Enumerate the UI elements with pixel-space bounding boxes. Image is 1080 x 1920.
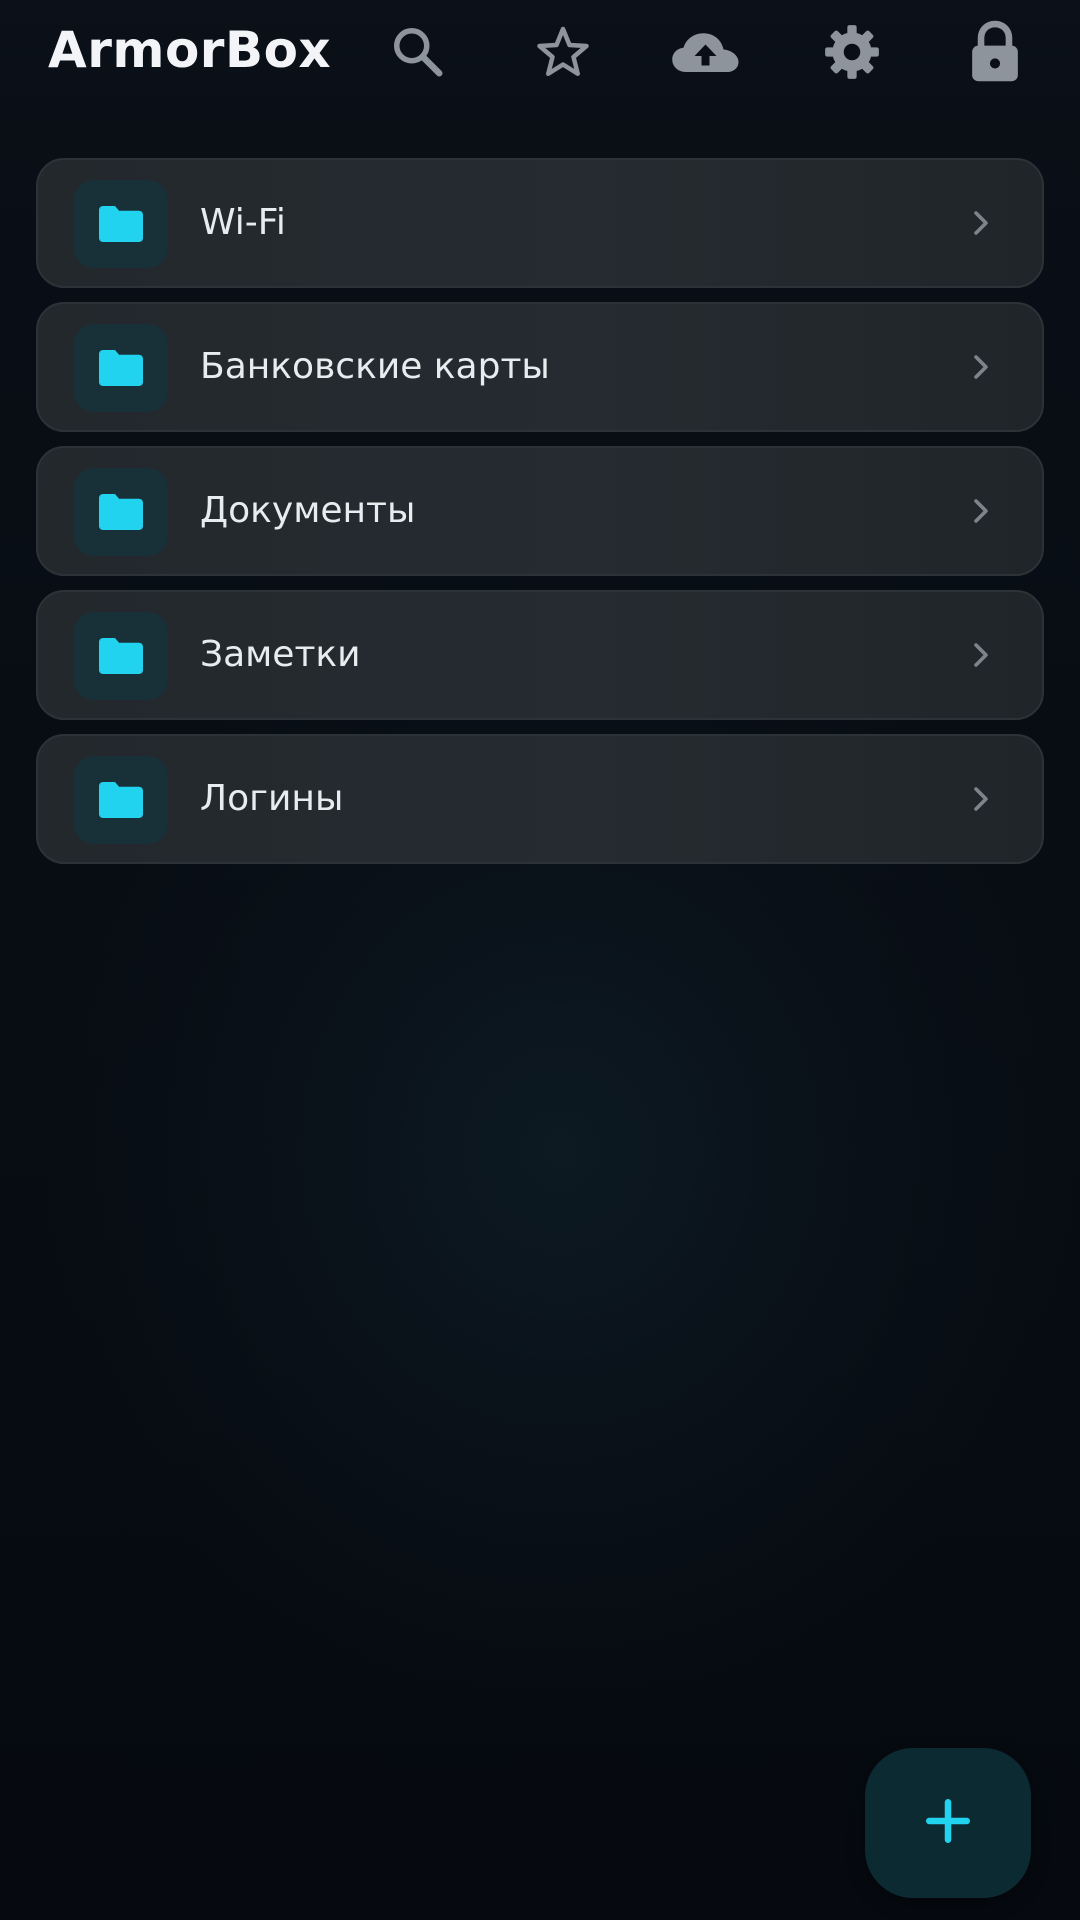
chevron-right-icon [964,494,998,528]
settings-gear-icon [821,21,883,83]
star-icon [533,22,593,82]
folder-item-wifi[interactable]: Wi-Fi [36,158,1044,288]
lock-icon [966,19,1024,85]
folder-icon [74,612,168,700]
folder-item-bank-cards[interactable]: Банковские карты [36,302,1044,432]
search-button[interactable] [380,14,456,90]
folder-label: Банковские карты [200,346,550,387]
chevron-right-icon [964,638,998,672]
folder-item-logins[interactable]: Логины [36,734,1044,864]
folder-label: Wi-Fi [200,202,286,243]
folder-icon [74,468,168,556]
settings-button[interactable] [814,14,890,90]
folder-label: Документы [200,490,416,531]
chevron-right-icon [964,206,998,240]
folder-icon [74,180,168,268]
lock-button[interactable] [957,14,1033,90]
folder-item-documents[interactable]: Документы [36,446,1044,576]
top-app-bar: ArmorBox [0,0,1080,118]
search-icon [388,22,448,82]
cloud-upload-icon [668,22,744,82]
cloud-sync-button[interactable] [668,14,744,90]
folder-list: Wi-Fi Банковские карты Документы Заметки… [36,158,1044,878]
chevron-right-icon [964,782,998,816]
app-title: ArmorBox [48,21,332,79]
screen: ArmorBox Wi-Fi Банковские карты Документ… [0,0,1080,1920]
folder-item-notes[interactable]: Заметки [36,590,1044,720]
chevron-right-icon [964,350,998,384]
add-button[interactable] [865,1748,1031,1898]
folder-label: Заметки [200,634,361,675]
folder-icon [74,324,168,412]
folder-label: Логины [200,778,344,819]
folder-icon [74,756,168,844]
plus-icon [923,1796,973,1850]
favorites-button[interactable] [525,14,601,90]
